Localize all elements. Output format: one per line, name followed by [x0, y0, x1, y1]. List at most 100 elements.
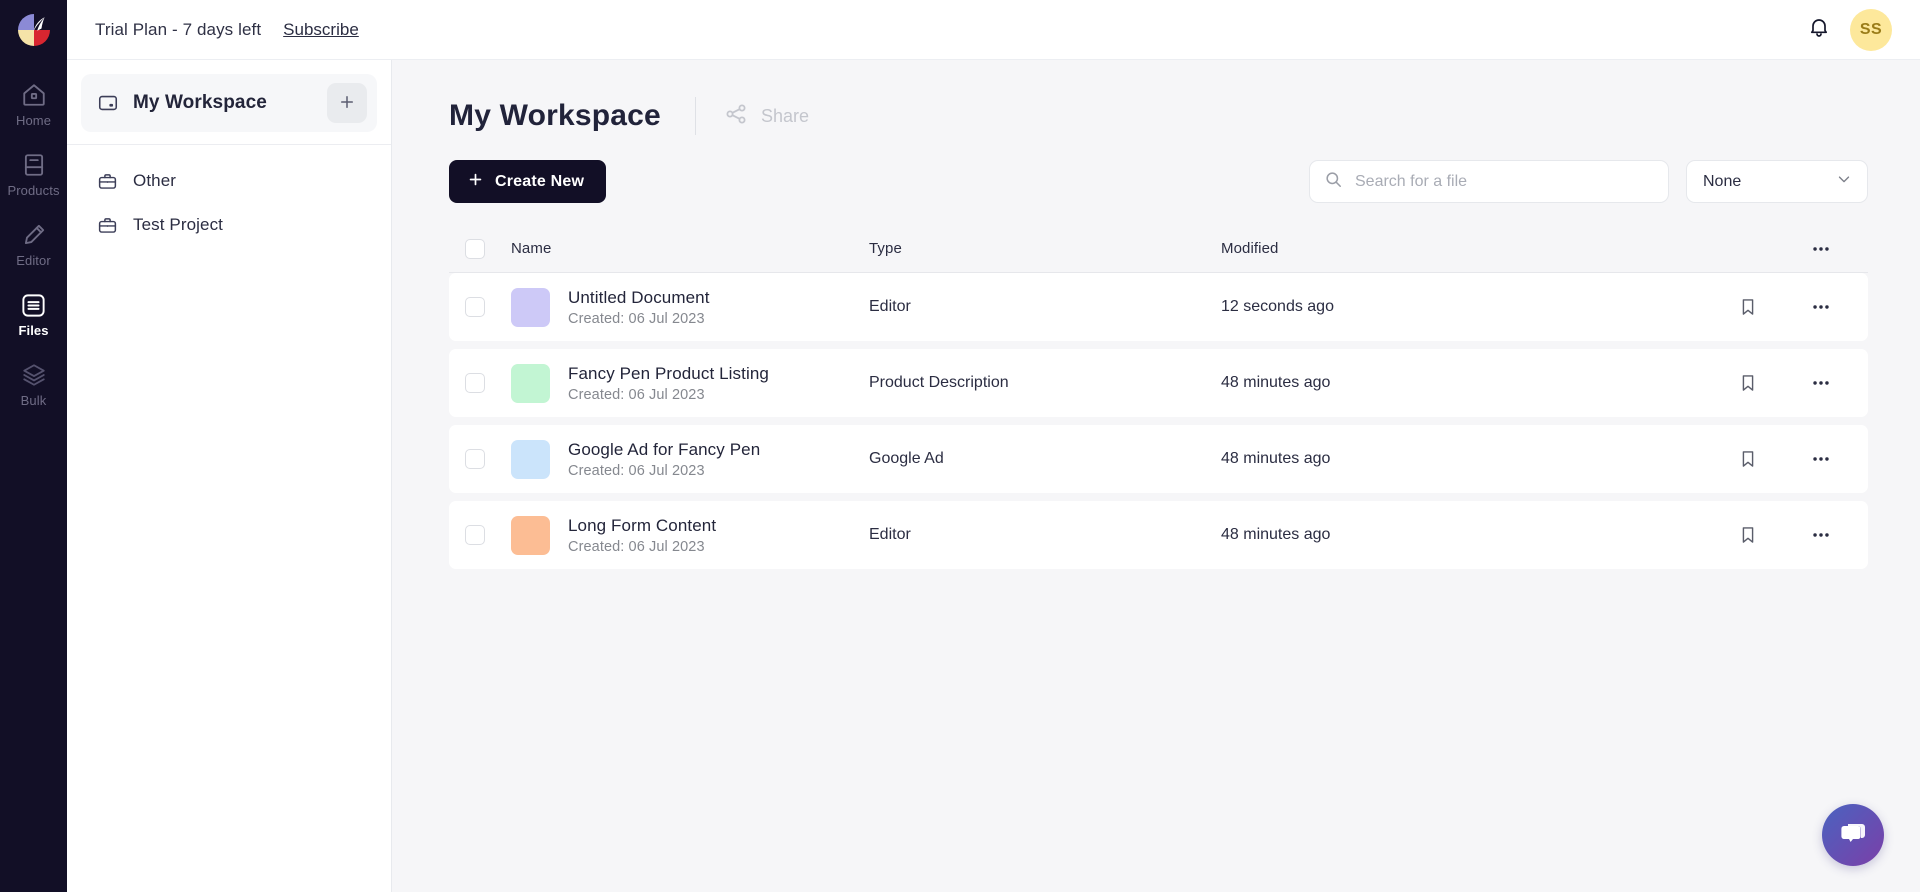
rail-item-editor[interactable]: Editor: [0, 208, 67, 278]
file-type: Google Ad: [869, 450, 944, 467]
rail-label-bulk: Bulk: [20, 393, 47, 408]
rail-item-bulk[interactable]: Bulk: [0, 348, 67, 418]
file-name-block: Google Ad for Fancy Pen Created: 06 Jul …: [568, 439, 760, 479]
file-name: Untitled Document: [568, 287, 710, 307]
row-menu-cell: [1790, 367, 1852, 399]
file-name: Long Form Content: [568, 515, 717, 535]
row-checkbox[interactable]: [465, 373, 485, 393]
file-type: Product Description: [869, 374, 1009, 391]
right-pane: Trial Plan - 7 days left Subscribe SS My…: [67, 0, 1920, 892]
column-label-name: Name: [511, 240, 552, 257]
file-modified: 48 minutes ago: [1221, 526, 1331, 543]
app-logo[interactable]: [12, 8, 56, 52]
row-select-cell: [465, 449, 511, 469]
main-header: My Workspace Share: [449, 96, 1868, 136]
table-row[interactable]: Long Form Content Created: 06 Jul 2023 E…: [449, 501, 1868, 569]
column-label-modified: Modified: [1221, 239, 1279, 257]
file-modified: 12 seconds ago: [1221, 298, 1334, 315]
file-modified: 48 minutes ago: [1221, 374, 1331, 391]
row-menu-cell: [1790, 519, 1852, 551]
column-header-name[interactable]: Name: [511, 240, 869, 257]
workspace-header-wrap: My Workspace: [67, 74, 391, 145]
more-horizontal-icon[interactable]: [1805, 367, 1837, 399]
file-thumbnail: [511, 439, 550, 479]
briefcase-icon: [97, 170, 119, 192]
column-header-type[interactable]: Type: [869, 240, 1221, 258]
header-divider: [694, 97, 696, 135]
workspace-icon: [97, 92, 119, 114]
select-all-cell: [465, 238, 511, 259]
row-bookmark-cell: [1706, 368, 1790, 398]
more-horizontal-icon[interactable]: [1805, 443, 1837, 475]
table-header-row: Name Type Modified: [449, 225, 1868, 273]
notifications-button[interactable]: [1802, 13, 1836, 47]
chat-support-button[interactable]: [1822, 804, 1884, 866]
workspace-header[interactable]: My Workspace: [81, 74, 377, 132]
share-button[interactable]: Share: [724, 102, 809, 131]
row-name-cell: Google Ad for Fancy Pen Created: 06 Jul …: [511, 439, 869, 479]
create-new-button[interactable]: Create New: [449, 160, 607, 203]
more-horizontal-icon[interactable]: [1805, 291, 1837, 323]
subscribe-link[interactable]: Subscribe: [283, 20, 359, 40]
top-bar: Trial Plan - 7 days left Subscribe SS: [67, 0, 1920, 60]
files-icon: [20, 291, 48, 319]
search-icon: [1324, 170, 1343, 194]
bookmark-icon[interactable]: [1733, 520, 1763, 550]
app-root: Home Products Editor Files Bulk Trial Pl…: [0, 0, 1920, 892]
row-checkbox[interactable]: [465, 297, 485, 317]
row-checkbox[interactable]: [465, 449, 485, 469]
file-modified: 48 minutes ago: [1221, 450, 1331, 467]
file-name-block: Untitled Document Created: 06 Jul 2023: [568, 287, 710, 327]
column-header-modified[interactable]: Modified: [1221, 240, 1706, 258]
user-avatar[interactable]: SS: [1850, 8, 1892, 51]
files-toolbar: Create New None: [449, 160, 1868, 203]
primary-nav-rail: Home Products Editor Files Bulk: [0, 0, 67, 892]
file-created: Created: 06 Jul 2023: [568, 539, 705, 556]
row-checkbox[interactable]: [465, 525, 485, 545]
table-row[interactable]: Untitled Document Created: 06 Jul 2023 E…: [449, 273, 1868, 341]
search-box[interactable]: [1309, 160, 1669, 203]
bell-icon: [1807, 15, 1831, 44]
trial-status-text: Trial Plan - 7 days left: [95, 19, 262, 39]
filter-select[interactable]: None: [1686, 160, 1868, 203]
file-type: Editor: [869, 298, 911, 315]
search-input[interactable]: [1355, 172, 1654, 191]
file-thumbnail: [511, 287, 550, 327]
rail-label-files: Files: [18, 323, 49, 338]
workspace-item-test-project[interactable]: Test Project: [81, 203, 377, 247]
bookmark-icon[interactable]: [1733, 292, 1763, 322]
more-horizontal-icon[interactable]: [1805, 519, 1837, 551]
briefcase-icon: [97, 214, 119, 236]
bookmark-icon[interactable]: [1733, 444, 1763, 474]
file-name: Google Ad for Fancy Pen: [568, 439, 761, 459]
chevron-down-icon: [1835, 170, 1853, 193]
select-all-checkbox[interactable]: [465, 238, 485, 259]
table-row[interactable]: Google Ad for Fancy Pen Created: 06 Jul …: [449, 425, 1868, 493]
rail-item-home[interactable]: Home: [0, 68, 67, 138]
add-workspace-button[interactable]: [327, 83, 367, 123]
rail-item-products[interactable]: Products: [0, 138, 67, 208]
rail-label-products: Products: [7, 183, 60, 198]
bookmark-icon[interactable]: [1733, 368, 1763, 398]
row-name-cell: Fancy Pen Product Listing Created: 06 Ju…: [511, 363, 869, 403]
share-label: Share: [760, 105, 809, 126]
plus-icon: [467, 171, 484, 193]
file-name-block: Fancy Pen Product Listing Created: 06 Ju…: [568, 363, 769, 403]
create-new-label: Create New: [495, 172, 585, 190]
rail-label-home: Home: [15, 113, 52, 128]
share-icon: [724, 102, 748, 131]
book-icon: [20, 151, 48, 179]
row-select-cell: [465, 373, 511, 393]
rail-item-files[interactable]: Files: [0, 278, 67, 348]
home-icon: [20, 81, 48, 109]
more-horizontal-icon[interactable]: [1805, 233, 1837, 265]
row-bookmark-cell: [1706, 444, 1790, 474]
file-created: Created: 06 Jul 2023: [568, 463, 705, 480]
table-header-menu[interactable]: [1790, 233, 1852, 265]
column-label-type: Type: [869, 239, 902, 257]
body-area: My Workspace Other Test Project My Works…: [67, 60, 1920, 892]
file-thumbnail: [511, 363, 550, 403]
workspace-item-other[interactable]: Other: [81, 159, 377, 203]
row-menu-cell: [1790, 291, 1852, 323]
table-row[interactable]: Fancy Pen Product Listing Created: 06 Ju…: [449, 349, 1868, 417]
